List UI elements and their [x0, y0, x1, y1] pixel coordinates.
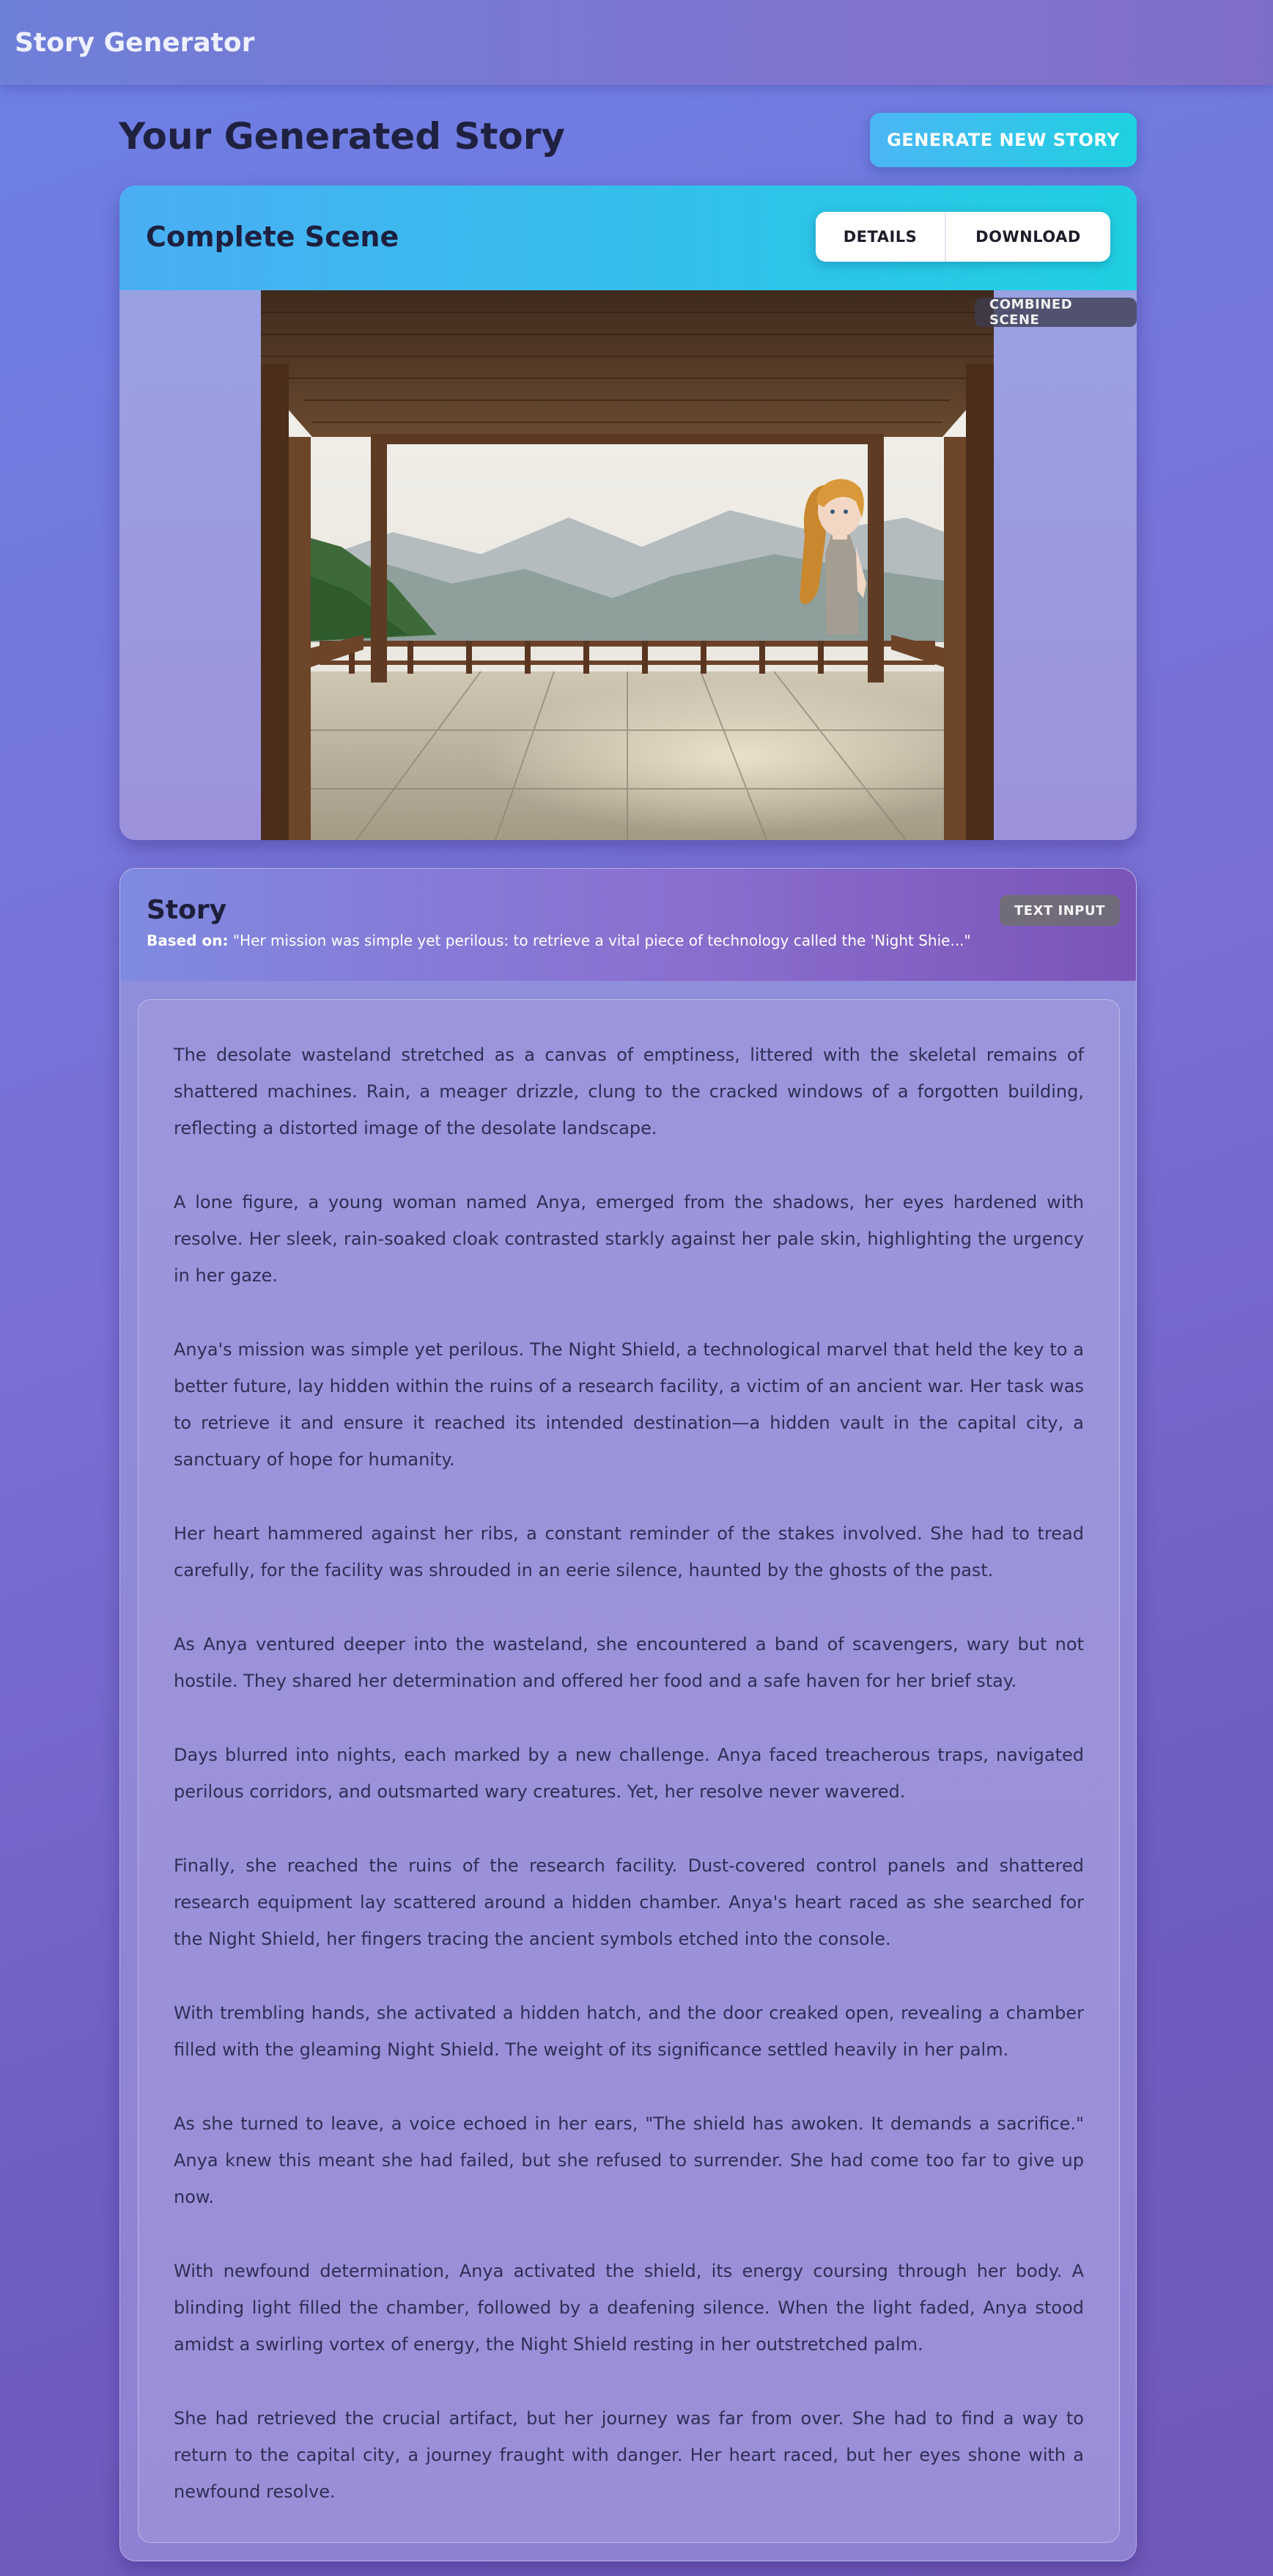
story-text-panel: The desolate wasteland stretched as a ca…: [138, 999, 1120, 2543]
story-paragraph: With newfound determination, Anya activa…: [174, 2261, 1084, 2355]
text-input-badge: TEXT INPUT: [1000, 895, 1120, 926]
story-card: Story Based on: "Her mission was simple …: [119, 868, 1137, 2561]
scene-card-header: Complete Scene DETAILS DOWNLOAD: [119, 185, 1137, 290]
page-title: Your Generated Story: [119, 115, 566, 158]
story-paragraph: Finally, she reached the ruins of the re…: [174, 1855, 1084, 1949]
story-paragraph: Her heart hammered against her ribs, a c…: [174, 1523, 1084, 1580]
based-on-line: Based on: "Her mission was simple yet pe…: [147, 932, 971, 949]
app-header: Story Generator: [0, 0, 1273, 85]
based-on-label: Based on:: [147, 932, 229, 949]
story-paragraph: As Anya ventured deeper into the wastela…: [174, 1634, 1084, 1691]
based-on-text: "Her mission was simple yet perilous: to…: [232, 932, 971, 949]
app-title[interactable]: Story Generator: [15, 28, 254, 58]
scene-title: Complete Scene: [146, 221, 399, 253]
story-paragraph: A lone figure, a young woman named Anya,…: [174, 1192, 1084, 1286]
story-paragraph: Days blurred into nights, each marked by…: [174, 1745, 1084, 1802]
story-paragraph: Anya's mission was simple yet perilous. …: [174, 1339, 1084, 1470]
scene-action-buttons: DETAILS DOWNLOAD: [816, 212, 1110, 262]
story-paragraph: The desolate wasteland stretched as a ca…: [174, 1045, 1084, 1138]
story-title: Story: [147, 895, 227, 925]
combined-scene-badge: COMBINED SCENE: [975, 297, 1137, 328]
story-paragraph: She had retrieved the crucial artifact, …: [174, 2408, 1084, 2502]
details-button[interactable]: DETAILS: [816, 212, 946, 262]
story-card-header: Story Based on: "Her mission was simple …: [120, 869, 1136, 981]
story-paragraph: As she turned to leave, a voice echoed i…: [174, 2113, 1084, 2207]
story-paragraph: With trembling hands, she activated a hi…: [174, 2003, 1084, 2060]
scene-card: Complete Scene DETAILS DOWNLOAD COMBINED…: [119, 185, 1137, 840]
scene-image: [261, 290, 994, 840]
generate-new-story-button[interactable]: GENERATE NEW STORY: [870, 113, 1137, 167]
download-button[interactable]: DOWNLOAD: [946, 212, 1110, 262]
